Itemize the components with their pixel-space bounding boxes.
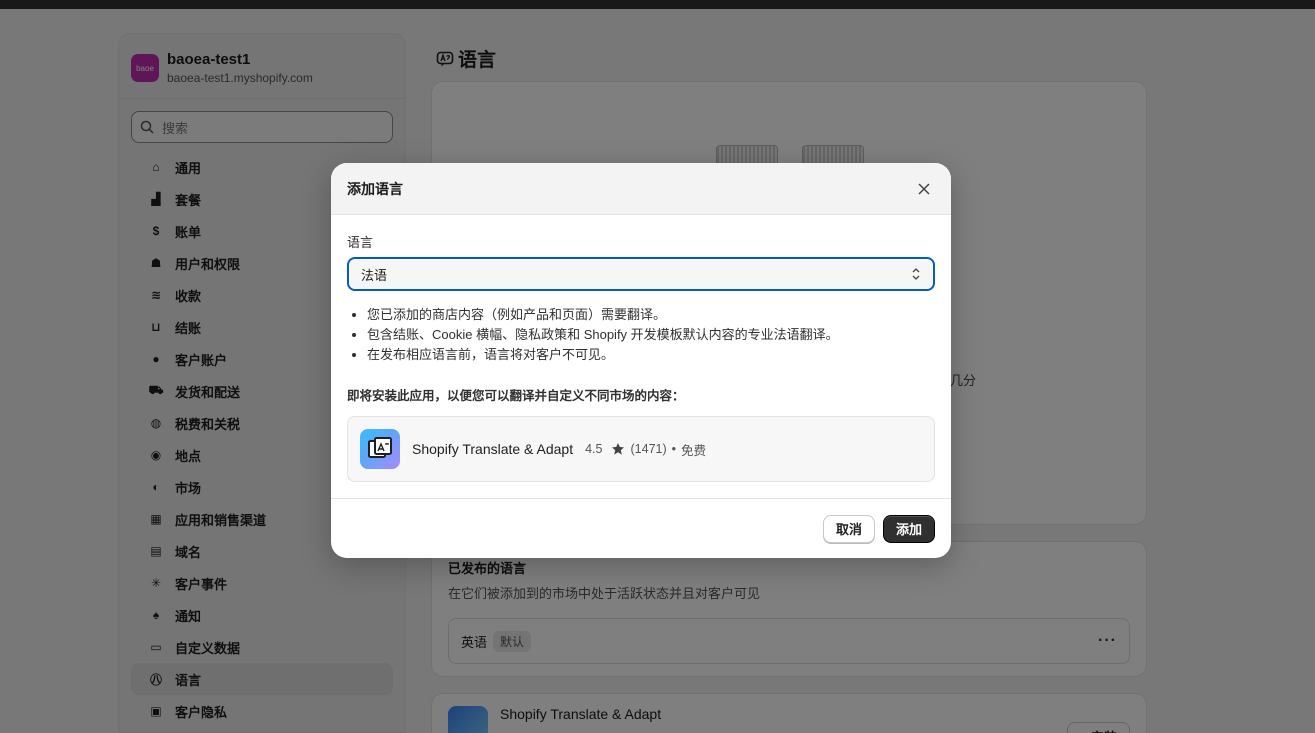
app-name: Shopify Translate & Adapt [412, 441, 574, 457]
install-note: 即将安装此应用，以便您可以翻译并自定义不同市场的内容： [347, 389, 685, 403]
modal-header: 添加语言 [331, 163, 951, 215]
language-field-label: 语言 [347, 235, 374, 250]
add-button[interactable]: 添加 [882, 514, 935, 543]
select-chevron-icon [912, 268, 920, 280]
modal-title: 添加语言 [347, 180, 403, 197]
modal-footer: 取消 添加 [331, 498, 951, 558]
translate-app-icon [360, 429, 400, 469]
app-review-count: (1471) [630, 442, 667, 456]
star-icon [611, 443, 624, 455]
close-button[interactable] [913, 178, 935, 200]
app-meta: 4.5 (1471) • 免费 [585, 440, 706, 459]
info-list: 您已添加的商店内容（例如产品和页面）需要翻译。 包含结账、Cookie 横幅、隐… [347, 305, 935, 365]
add-language-modal: 添加语言 语言 法语 您已添加的商店内容（例如产品和页面）需要翻译。 包含结账、… [331, 163, 951, 558]
meta-separator: • [671, 442, 677, 456]
language-select[interactable]: 法语 [347, 257, 935, 291]
cancel-button[interactable]: 取消 [822, 514, 875, 543]
app-info-box: Shopify Translate & Adapt 4.5 (1471) • 免… [347, 416, 935, 482]
info-item: 在发布相应语言前，语言将对客户不可见。 [367, 345, 935, 365]
app-rating: 4.5 [585, 442, 603, 456]
app-price: 免费 [681, 443, 707, 458]
language-select-value: 法语 [361, 267, 388, 283]
close-icon [918, 182, 930, 195]
modal-body: 语言 法语 您已添加的商店内容（例如产品和页面）需要翻译。 包含结账、Cooki… [331, 215, 951, 482]
info-item: 包含结账、Cookie 横幅、隐私政策和 Shopify 开发模板默认内容的专业… [367, 325, 935, 345]
info-item: 您已添加的商店内容（例如产品和页面）需要翻译。 [367, 305, 935, 325]
